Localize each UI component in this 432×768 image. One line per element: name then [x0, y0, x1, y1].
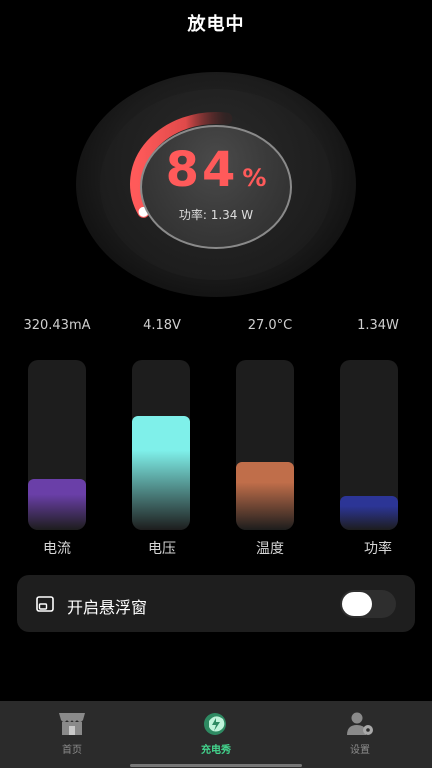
user-settings-icon [347, 712, 373, 735]
stat-voltage-value: 4.18V [143, 318, 181, 333]
float-window-card: 开启悬浮窗 [17, 575, 415, 632]
gauge-power-text: 功率: 1.34 W [178, 208, 254, 222]
bar-label-voltage: 电压 [148, 541, 176, 557]
float-window-toggle[interactable] [340, 590, 396, 618]
bar-current-fill [28, 479, 86, 530]
bar-label-current: 电流 [43, 541, 71, 557]
charge-show-icon [204, 713, 226, 735]
bar-voltage-fill [132, 416, 190, 530]
bar-label-temperature: 温度 [256, 541, 284, 557]
battery-percent-sign: % [242, 164, 267, 192]
tab-charge-show[interactable]: 充电秀 [144, 701, 288, 768]
battery-percent: 84% [140, 142, 292, 198]
tab-home-label: 首页 [62, 745, 82, 756]
bar-power-fill [340, 496, 398, 530]
bar-voltage [132, 360, 190, 530]
bar-power [340, 360, 398, 530]
bottom-tab-bar: 首页 充电秀 设置 [0, 701, 432, 768]
floating-window-icon [36, 596, 54, 612]
toggle-knob [342, 592, 372, 616]
float-window-label: 开启悬浮窗 [67, 598, 148, 617]
home-indicator [130, 764, 302, 767]
stat-power-value: 1.34W [357, 318, 399, 333]
page-title: 放电中 [187, 14, 245, 35]
battery-percent-value: 84 [165, 142, 239, 198]
bar-current [28, 360, 86, 530]
tab-charge-show-label: 充电秀 [201, 745, 231, 756]
stat-current-value: 320.43mA [23, 318, 91, 333]
battery-gauge: 84% 功率: 1.34 W [76, 72, 356, 297]
tab-home[interactable]: 首页 [0, 701, 144, 768]
tab-settings-label: 设置 [350, 745, 370, 756]
store-icon [59, 713, 85, 735]
stat-temperature-value: 27.0°C [247, 318, 293, 333]
bar-label-power: 功率 [364, 541, 392, 557]
stats-row: 320.43mA 4.18V 27.0°C 1.34W [0, 318, 432, 338]
bar-temperature [236, 360, 294, 530]
tab-settings[interactable]: 设置 [288, 701, 432, 768]
bar-temperature-fill [236, 462, 294, 530]
